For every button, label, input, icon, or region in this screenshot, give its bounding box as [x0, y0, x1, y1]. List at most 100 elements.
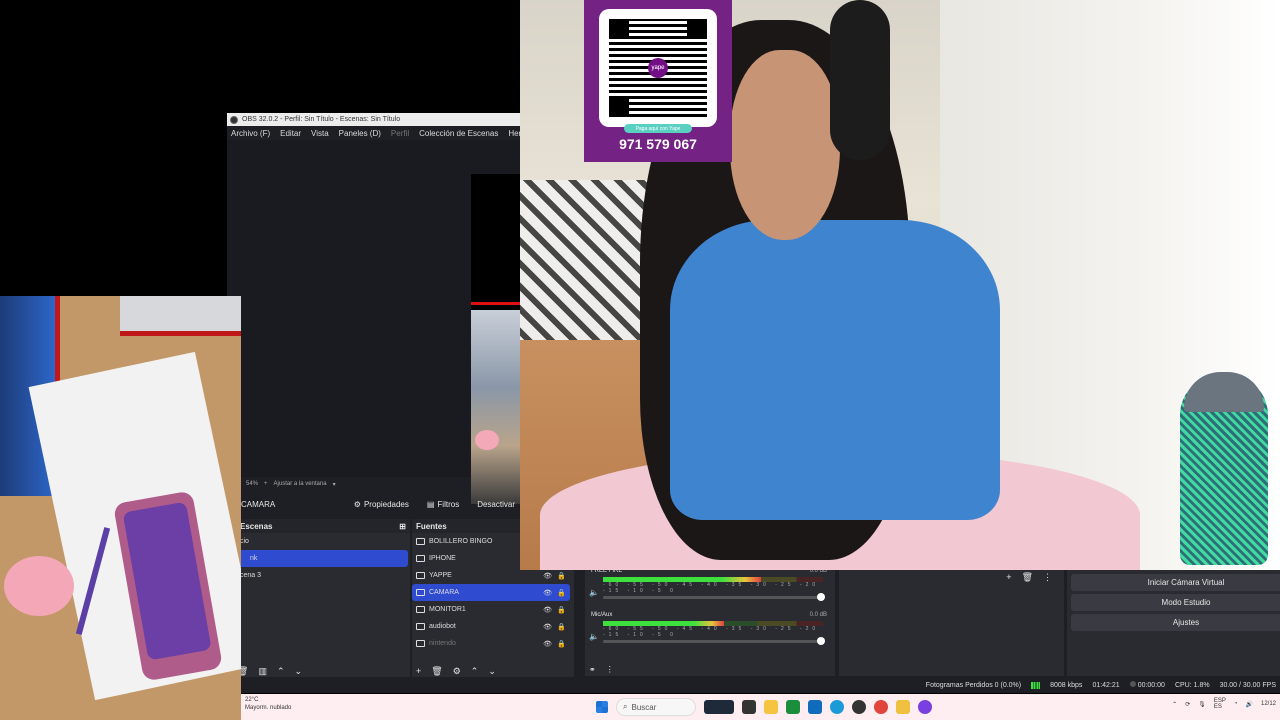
filters-button[interactable]: ▤ Filtros: [421, 495, 465, 513]
meter-scale: -60 -55 -50 -45 -40 -35 -30 -25 -20 -15 …: [603, 582, 820, 594]
scene-filter-icon[interactable]: ▥: [258, 666, 267, 677]
excel-app-icon[interactable]: [786, 700, 800, 714]
speaker-icon[interactable]: 🔈: [589, 588, 599, 597]
scene-item[interactable]: nk: [237, 550, 408, 567]
chrome-browser-icon[interactable]: [874, 700, 888, 714]
lock-icon[interactable]: 🔒: [557, 606, 566, 614]
scene-item[interactable]: cena 3: [227, 567, 410, 584]
scenes-title: Escenas: [240, 521, 273, 531]
qr-frame: yape: [599, 9, 717, 127]
handcam-pig-plush: [4, 556, 74, 616]
add-transition-icon[interactable]: +: [1006, 572, 1011, 583]
edge-browser-icon[interactable]: [830, 700, 844, 714]
chevron-down-icon[interactable]: ▾: [333, 481, 336, 488]
visibility-eye-icon[interactable]: 👁: [543, 640, 552, 648]
properties-button[interactable]: ⚙ Propiedades: [348, 495, 415, 513]
menu-coleccion-escenas[interactable]: Colección de Escenas: [419, 129, 498, 138]
link-icon[interactable]: ⚭: [589, 665, 596, 674]
add-source-icon[interactable]: +: [416, 666, 421, 676]
source-item[interactable]: CAMARA 👁 🔒: [412, 584, 570, 601]
settings-button[interactable]: Ajustes: [1071, 614, 1280, 631]
source-label: audiobot: [429, 623, 456, 630]
volume-slider[interactable]: [603, 593, 825, 601]
notes-app-icon[interactable]: [896, 700, 910, 714]
taskbar-date: 12/12: [1260, 701, 1276, 707]
chevron-up-icon[interactable]: ⌃: [1172, 701, 1177, 708]
volume-slider[interactable]: [603, 637, 825, 645]
zoom-bar: 54% + Ajustar a la ventana ▾: [227, 477, 521, 491]
mixer-channel: Mic/Aux 0.0 dB -60 -55 -50 -45 -40 -35 -30…: [585, 610, 835, 654]
wifi-icon[interactable]: ◔: [1234, 701, 1238, 707]
weather-temp: 22°C: [245, 697, 259, 703]
preview-source-outline: [471, 302, 521, 305]
file-explorer-icon[interactable]: [764, 700, 778, 714]
discord-app-icon[interactable]: [918, 700, 932, 714]
lock-icon[interactable]: 🔒: [557, 572, 566, 580]
trash-icon[interactable]: 🗑: [1022, 572, 1033, 583]
weather-widget[interactable]: 22°C Mayorm. nublado: [245, 696, 291, 712]
gear-icon[interactable]: ⚙: [453, 666, 461, 677]
volume-slider-handle[interactable]: [817, 593, 825, 601]
visibility-eye-icon[interactable]: 👁: [543, 606, 552, 614]
obs-statusbar: Fotogramas Perdidos 0 (0.0%) 8008 kbps 0…: [227, 677, 1280, 693]
arrow-up-icon[interactable]: ⌃: [471, 666, 479, 677]
lock-icon[interactable]: 🔒: [557, 589, 566, 597]
more-options-icon[interactable]: ⋮: [606, 665, 614, 674]
source-type-icon: [416, 538, 425, 545]
source-item[interactable]: audiobot 👁 🔒: [412, 618, 570, 635]
trash-icon[interactable]: 🗑: [431, 666, 442, 677]
task-view-icon[interactable]: [742, 700, 756, 714]
fps: 30.00 / 30.00 FPS: [1219, 681, 1276, 689]
scenes-dock: Escenas ⊞ cio nk cena 3 🗑 ▥ ⌃ ⌄: [227, 519, 410, 679]
taskbar-search[interactable]: ⌕ Buscar: [616, 698, 696, 716]
zoom-fit-label[interactable]: Ajustar a la ventana: [274, 481, 327, 487]
meter-scale: -60 -55 -50 -45 -40 -35 -30 -25 -20 -15 …: [603, 626, 820, 638]
visibility-eye-icon[interactable]: 👁: [543, 623, 552, 631]
obs-app-icon[interactable]: [852, 700, 866, 714]
visibility-eye-icon[interactable]: 👁: [543, 572, 552, 580]
lock-icon[interactable]: 🔒: [557, 640, 566, 648]
menu-perfil[interactable]: Perfil: [391, 129, 409, 138]
webcam-person-face: [730, 50, 840, 240]
windows-start-icon[interactable]: [596, 701, 608, 713]
visibility-eye-icon[interactable]: 👁: [543, 589, 552, 597]
deactivate-button[interactable]: Desactivar: [471, 495, 521, 513]
language-indicator[interactable]: ESP ES: [1214, 698, 1226, 710]
zoom-plus-icon[interactable]: +: [264, 481, 268, 487]
volume-icon[interactable]: 🔊: [1246, 701, 1253, 708]
virtual-camera-button[interactable]: Iniciar Cámara Virtual: [1071, 574, 1280, 591]
menu-editar[interactable]: Editar: [280, 129, 301, 138]
source-type-icon: [416, 555, 425, 562]
filter-icon: ▤: [426, 499, 435, 509]
source-item[interactable]: MONITOR1 👁 🔒: [412, 601, 570, 618]
source-item[interactable]: nintendo 👁 🔒: [412, 635, 570, 652]
taskbar-clock[interactable]: 12/12: [1261, 700, 1276, 708]
more-options-icon[interactable]: ⋮: [1043, 572, 1052, 583]
preview-canvas[interactable]: [471, 174, 521, 504]
outlook-app-icon[interactable]: [808, 700, 822, 714]
scene-item[interactable]: cio: [227, 533, 410, 550]
menu-vista[interactable]: Vista: [311, 129, 329, 138]
volume-slider-handle[interactable]: [817, 637, 825, 645]
microphone-icon[interactable]: 🎙: [1198, 701, 1206, 708]
taskbar-center: ⌕ Buscar: [596, 697, 932, 717]
preview-area[interactable]: [227, 140, 521, 504]
dock-menu-icon[interactable]: ⊞: [399, 522, 406, 531]
zoom-percent[interactable]: 54%: [246, 481, 258, 487]
arrow-down-icon[interactable]: ⌄: [488, 666, 496, 677]
studio-mode-button[interactable]: Modo Estudio: [1071, 594, 1280, 611]
menu-paneles[interactable]: Paneles (D): [339, 129, 381, 138]
arrow-down-icon[interactable]: ⌄: [295, 666, 303, 677]
windows-taskbar: 22°C Mayorm. nublado ⌕ Buscar ⌃ ⟳ 🎙 ESP …: [241, 694, 1280, 720]
system-tray: ⌃ ⟳ 🎙 ESP ES ◔ 🔊 12/12: [1172, 698, 1276, 710]
obs-title: OBS 32.0.2 - Perfil: Sin Título - Escena…: [242, 116, 401, 123]
source-type-icon: [416, 640, 425, 647]
network-icon[interactable]: ⟳: [1185, 701, 1190, 708]
search-placeholder: Buscar: [631, 702, 657, 712]
lock-icon[interactable]: 🔒: [557, 623, 566, 631]
arrow-up-icon[interactable]: ⌃: [277, 666, 285, 677]
widgets-app-icon[interactable]: [704, 700, 734, 714]
menu-archivo[interactable]: Archivo (F): [231, 129, 270, 138]
speaker-icon[interactable]: 🔈: [589, 632, 599, 641]
mixer-channel-name: Mic/Aux: [591, 612, 613, 618]
